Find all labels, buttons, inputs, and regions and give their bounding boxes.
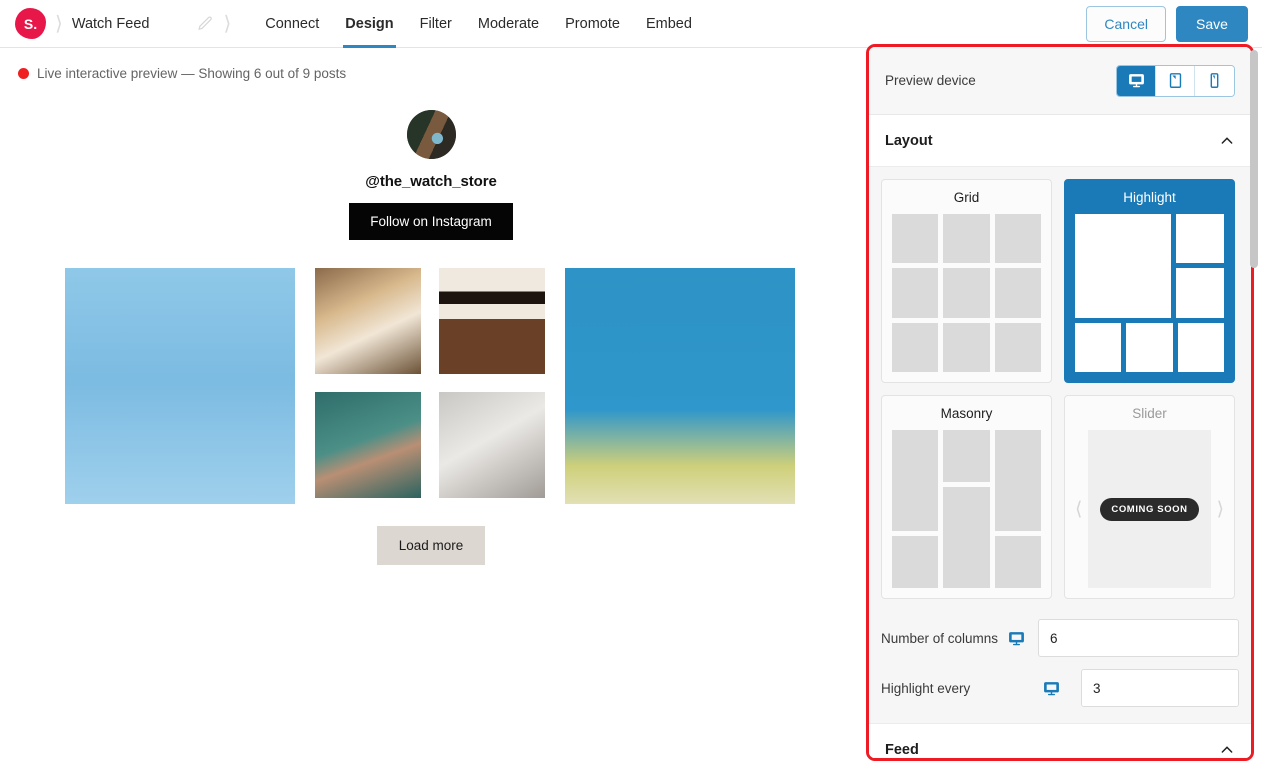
layout-grid-label: Grid <box>953 190 980 205</box>
desktop-icon <box>1008 630 1038 647</box>
chevron-right-icon: ⟩ <box>1216 498 1224 520</box>
feed-profile-header: @the_watch_store Follow on Instagram <box>0 110 862 240</box>
layout-masonry[interactable]: Masonry <box>881 395 1052 599</box>
layout-slider-thumbnail: ⟨ COMING SOON ⟩ <box>1075 430 1224 588</box>
avatar <box>406 110 456 159</box>
layout-highlight-thumbnail <box>1075 214 1224 372</box>
layout-highlight-label: Highlight <box>1123 190 1176 205</box>
breadcrumb-separator-1: ⟩ <box>55 12 63 35</box>
layout-slider-label: Slider <box>1132 406 1167 421</box>
app-root: S. ⟩ Watch Feed ⟩ Connect Design Filter … <box>0 0 1262 765</box>
tab-filter[interactable]: Filter <box>407 0 465 48</box>
design-settings-panel: Preview device Layout Grid Highlight Mas… <box>866 44 1254 761</box>
tab-connect[interactable]: Connect <box>252 0 332 48</box>
top-bar: S. ⟩ Watch Feed ⟩ Connect Design Filter … <box>0 0 1262 48</box>
live-status-dot <box>18 68 29 79</box>
feed-section-header[interactable]: Feed <box>869 723 1251 758</box>
nav-tabs: Connect Design Filter Moderate Promote E… <box>252 0 705 48</box>
layout-slider: Slider ⟨ COMING SOON ⟩ <box>1064 395 1235 599</box>
tab-design[interactable]: Design <box>332 0 406 48</box>
preview-device-row: Preview device <box>869 47 1251 115</box>
feed-section-title: Feed <box>885 741 919 758</box>
layout-section-header[interactable]: Layout <box>869 115 1251 167</box>
layout-masonry-label: Masonry <box>940 406 993 421</box>
post-watch-in-hand[interactable] <box>439 392 545 498</box>
post-woman-headwrap[interactable] <box>565 268 795 504</box>
preview-status: Live interactive preview — Showing 6 out… <box>0 48 862 81</box>
feed-grid <box>65 268 797 504</box>
layout-section-body: Grid Highlight Masonry Slider ⟨ COMING S… <box>869 167 1251 723</box>
load-more-wrap: Load more <box>0 526 862 565</box>
feed-column-middle <box>315 268 545 498</box>
feed-column-left <box>65 268 295 504</box>
feed-column-right <box>565 268 795 504</box>
panel-scrollbar[interactable] <box>1250 48 1258 760</box>
coming-soon-badge: COMING SOON <box>1100 497 1199 521</box>
cancel-button[interactable]: Cancel <box>1086 6 1166 42</box>
highlight-every-input[interactable] <box>1082 670 1238 706</box>
tablet-icon-button[interactable] <box>1156 65 1195 96</box>
tab-embed[interactable]: Embed <box>633 0 705 48</box>
chevron-left-icon: ⟨ <box>1075 498 1083 520</box>
chevron-up-icon[interactable] <box>1219 742 1235 758</box>
save-button[interactable]: Save <box>1176 6 1248 42</box>
layout-highlight[interactable]: Highlight <box>1064 179 1235 383</box>
highlight-every-row: Highlight every posts <box>881 663 1239 713</box>
post-hand-water[interactable] <box>315 392 421 498</box>
number-of-columns-row: Number of columns <box>881 613 1239 663</box>
number-of-columns-input[interactable] <box>1038 619 1239 657</box>
top-actions: Cancel Save <box>1086 6 1248 42</box>
desktop-icon <box>1043 680 1081 697</box>
number-of-columns-label: Number of columns <box>881 630 999 646</box>
highlight-every-input-group: posts <box>1081 669 1239 707</box>
breadcrumb-title[interactable]: Watch Feed <box>72 16 150 32</box>
app-logo[interactable]: S. <box>15 8 46 39</box>
layout-masonry-thumbnail <box>892 430 1041 588</box>
preview-device-toggle <box>1116 64 1235 97</box>
mobile-icon-button[interactable] <box>1195 65 1234 96</box>
live-preview-area: Live interactive preview — Showing 6 out… <box>0 48 862 765</box>
tab-moderate[interactable]: Moderate <box>465 0 552 48</box>
chevron-up-icon[interactable] <box>1219 133 1235 149</box>
layout-cards: Grid Highlight Masonry Slider ⟨ COMING S… <box>881 179 1239 599</box>
follow-on-instagram-button[interactable]: Follow on Instagram <box>349 203 513 240</box>
desktop-icon-button[interactable] <box>1117 65 1156 96</box>
preview-status-text: Live interactive preview — Showing 6 out… <box>37 66 347 81</box>
panel-scrollbar-thumb[interactable] <box>1250 50 1258 268</box>
load-more-button[interactable]: Load more <box>376 526 486 565</box>
highlight-every-label: Highlight every <box>881 680 971 696</box>
breadcrumb-separator-2: ⟩ <box>223 12 232 35</box>
layout-grid[interactable]: Grid <box>881 179 1052 383</box>
post-man-blue-sky[interactable] <box>65 268 295 504</box>
tab-promote[interactable]: Promote <box>552 0 633 48</box>
layout-section-title: Layout <box>885 132 933 149</box>
profile-handle: @the_watch_store <box>365 173 497 190</box>
pencil-icon[interactable] <box>197 15 214 32</box>
layout-grid-thumbnail <box>892 214 1041 372</box>
post-piano-hands[interactable] <box>439 268 545 374</box>
preview-device-label: Preview device <box>885 73 976 88</box>
post-woman-hat[interactable] <box>315 268 421 374</box>
